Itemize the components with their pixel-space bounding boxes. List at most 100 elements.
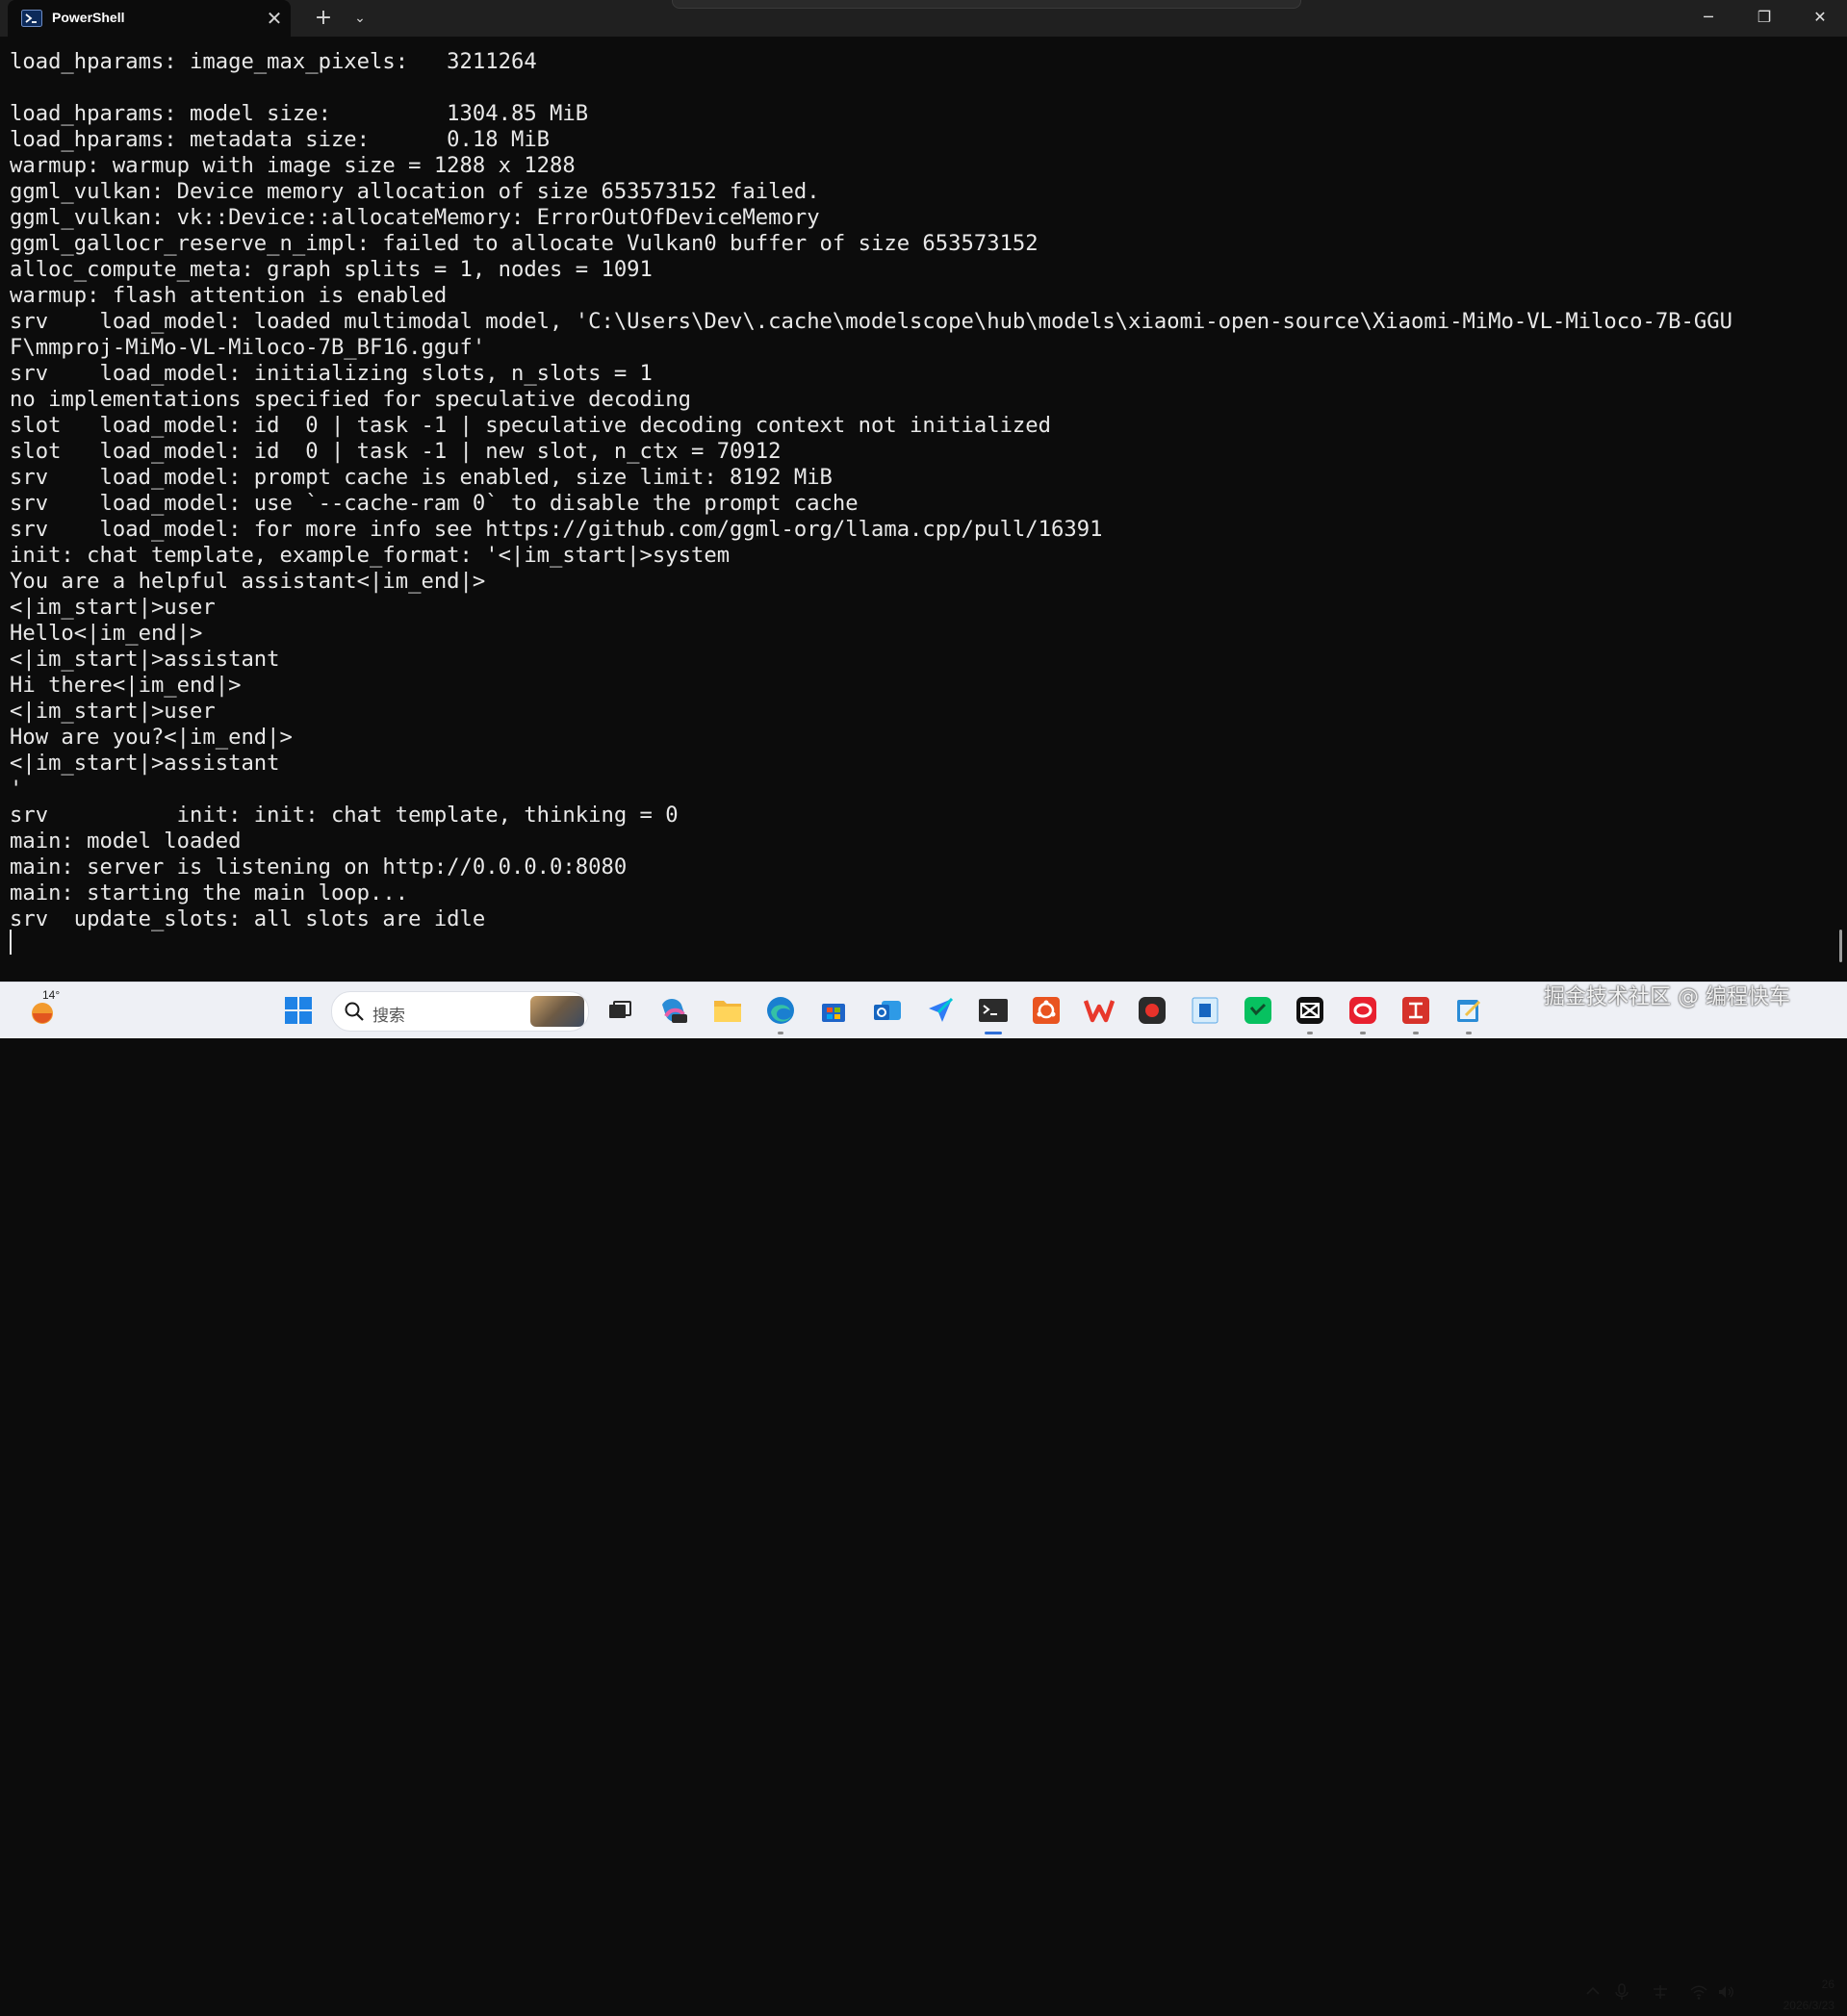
ubuntu-button[interactable] <box>1029 993 1064 1028</box>
terminal-line: srv load_model: prompt cache is enabled,… <box>10 465 833 490</box>
new-tab-button[interactable]: + <box>310 6 337 31</box>
task-view-icon <box>609 1001 631 1018</box>
minimize-button[interactable]: ─ <box>1681 0 1735 37</box>
ms-store-button[interactable] <box>816 993 851 1028</box>
file-explorer-button[interactable] <box>710 993 745 1028</box>
terminal-line: load_hparams: metadata size: 0.18 MiB <box>10 127 551 152</box>
powershell-icon <box>21 10 42 27</box>
search-highlight-image <box>530 996 584 1027</box>
title-bar: PowerShell ✕ + ⌄ ─ ❐ ✕ <box>0 0 1847 37</box>
wps-icon <box>1084 1000 1115 1023</box>
terminal-line: srv update_slots: all slots are idle <box>10 906 486 931</box>
terminal-line: <|im_start|>user <box>10 699 216 724</box>
terminal-cursor <box>10 930 12 955</box>
outlook-button[interactable] <box>870 993 905 1028</box>
wechat-button[interactable] <box>1241 993 1275 1028</box>
edge-running-indicator <box>778 1032 783 1034</box>
terminal-line: warmup: warmup with image size = 1288 x … <box>10 153 576 178</box>
microphone-icon[interactable] <box>1613 1983 1630 2001</box>
terminal-line: main: server is listening on http://0.0.… <box>10 855 628 880</box>
feishu-icon <box>929 997 954 1022</box>
terminal-line: load_hparams: image_max_pixels: 3211264 <box>10 49 537 74</box>
terminal-line: <|im_start|>assistant <box>10 647 280 672</box>
tab-close-icon[interactable]: ✕ <box>264 8 285 29</box>
record-icon <box>1139 997 1166 1024</box>
clock-date: 2026/3/23 <box>1783 1999 1834 2012</box>
wps-button[interactable] <box>1082 993 1116 1028</box>
terminal-line: Hi there<|im_end|> <box>10 673 242 698</box>
terminal-line: <|im_start|>user <box>10 595 216 620</box>
terminal-line: Hello<|im_end|> <box>10 621 203 646</box>
terminal-line: srv init: init: chat template, thinking … <box>10 803 679 828</box>
terminal-line: slot load_model: id 0 | task -1 | specul… <box>10 413 1051 438</box>
app-blue-button[interactable] <box>1188 993 1222 1028</box>
feishu-button[interactable] <box>923 993 958 1028</box>
terminal-button[interactable] <box>976 993 1011 1028</box>
capcut-running-indicator <box>1307 1032 1313 1034</box>
terminal-line: srv load_model: for more info see https:… <box>10 517 1103 542</box>
app-red-running-indicator <box>1413 1032 1419 1034</box>
task-view-button[interactable] <box>603 993 637 1028</box>
input-method-icon[interactable] <box>1652 1983 1669 2001</box>
copilot-m365-icon <box>662 999 687 1023</box>
terminal-line: srv load_model: loaded multimodal model,… <box>10 309 1732 334</box>
terminal-line: ' <box>10 777 23 802</box>
close-button[interactable]: ✕ <box>1793 0 1847 37</box>
terminal-line: main: starting the main loop... <box>10 880 409 906</box>
terminal-line: srv load_model: initializing slots, n_sl… <box>10 361 653 386</box>
tab-dropdown-button[interactable]: ⌄ <box>346 6 373 31</box>
record-button[interactable] <box>1135 993 1169 1028</box>
terminal-line: ggml_vulkan: Device memory allocation of… <box>10 179 820 204</box>
copilot-m365-button[interactable] <box>656 993 691 1028</box>
terminal-line: warmup: flash attention is enabled <box>10 283 448 308</box>
terminal-line: ggml_gallocr_reserve_n_impl: failed to a… <box>10 231 1039 256</box>
terminal-line: F\mmproj-MiMo-VL-Miloco-7B_BF16.gguf' <box>10 335 486 360</box>
maximize-button[interactable]: ❐ <box>1737 0 1791 37</box>
tab-title: PowerShell <box>52 10 125 25</box>
title-bar-drag-region[interactable] <box>672 0 1301 9</box>
volume-icon[interactable] <box>1717 1983 1734 2001</box>
edge-icon <box>767 997 794 1024</box>
clock-time: 26 <box>1821 1978 1834 1991</box>
terminal-line: How are you?<|im_end|> <box>10 725 293 750</box>
file-explorer-icon <box>714 1001 741 1022</box>
capcut-button[interactable] <box>1293 993 1327 1028</box>
edge-button[interactable] <box>763 993 798 1028</box>
notepad-button[interactable] <box>1451 993 1486 1028</box>
terminal-line: srv load_model: use `--cache-ram 0` to d… <box>10 491 859 516</box>
terminal-lines: load_hparams: image_max_pixels: 3211264 l… <box>10 49 1834 932</box>
clock[interactable]: 26 2026/3/23 <box>1738 1974 1834 2016</box>
terminal-output[interactable]: load_hparams: image_max_pixels: 3211264 l… <box>0 37 1847 982</box>
wechat-icon <box>1244 997 1271 1024</box>
terminal-line: alloc_compute_meta: graph splits = 1, no… <box>10 257 653 282</box>
chevron-up-icon[interactable] <box>1584 1983 1602 2001</box>
weather-temperature: 14° <box>42 988 61 1002</box>
terminal-line: <|im_start|>assistant <box>10 751 280 776</box>
ms-store-icon <box>822 1004 845 1022</box>
terminal-scrollbar[interactable] <box>1839 930 1842 962</box>
windows-start-icon <box>285 997 312 1024</box>
app-blue-icon <box>1192 997 1219 1024</box>
search-placeholder: 搜索 <box>372 1007 405 1026</box>
tab-powershell[interactable]: PowerShell ✕ <box>8 0 291 37</box>
outlook-icon <box>874 1001 901 1020</box>
opera-button[interactable] <box>1346 993 1380 1028</box>
terminal-icon <box>979 999 1008 1022</box>
terminal-line: main: model loaded <box>10 829 242 854</box>
ubuntu-icon <box>1033 997 1060 1024</box>
terminal-line: load_hparams: model size: 1304.85 MiB <box>10 101 589 126</box>
notepad-running-indicator <box>1466 1032 1472 1034</box>
terminal-line: slot load_model: id 0 | task -1 | new sl… <box>10 439 782 464</box>
opera-running-indicator <box>1360 1032 1366 1034</box>
terminal-line: init: chat template, example_format: '<|… <box>10 543 731 568</box>
taskbar-search[interactable]: 搜索 <box>331 991 589 1032</box>
capcut-icon <box>1296 997 1323 1024</box>
app-red-icon <box>1402 997 1429 1024</box>
wifi-icon[interactable] <box>1690 1983 1707 2001</box>
start-button[interactable] <box>281 993 316 1028</box>
terminal-line: ggml_vulkan: vk::Device::allocateMemory:… <box>10 205 820 230</box>
terminal-running-indicator <box>985 1032 1002 1034</box>
app-red-button[interactable] <box>1398 993 1433 1028</box>
watermark: 掘金技术社区 @ 编程快车 <box>1544 985 1790 1009</box>
